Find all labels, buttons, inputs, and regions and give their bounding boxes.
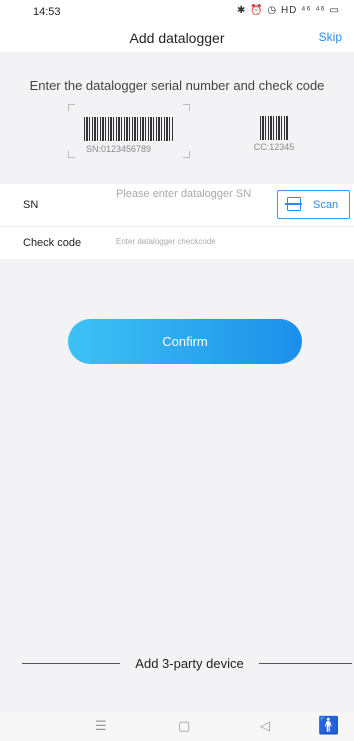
divider xyxy=(259,663,352,664)
divider xyxy=(22,663,120,664)
page-title: Add datalogger xyxy=(129,30,225,46)
cc-sample-label-illustration: CC:12345 xyxy=(244,104,304,160)
sn-input[interactable]: Please enter datalogger SN xyxy=(116,187,266,223)
status-bar: 14:53 ✱ ⏰ ◷ HD ⁴⁶ ⁴⁶ ▭ xyxy=(0,0,354,22)
skip-button[interactable]: Skip xyxy=(319,30,342,44)
sn-label: SN xyxy=(23,199,39,211)
sn-row: SN Please enter datalogger SN Scan xyxy=(0,184,354,227)
sn-sample-text: SN:0123456789 xyxy=(86,144,152,154)
scan-button[interactable]: Scan xyxy=(277,190,350,219)
menu-icon[interactable]: ☰ xyxy=(95,718,107,734)
back-icon[interactable]: ◁ xyxy=(260,718,270,734)
scan-icon xyxy=(285,197,302,211)
header: Add datalogger Skip xyxy=(0,22,354,52)
status-icons: ✱ ⏰ ◷ HD ⁴⁶ ⁴⁶ ▭ xyxy=(237,5,340,16)
instruction-text: Enter the datalogger serial number and c… xyxy=(29,78,325,93)
add-3-party-device-link[interactable]: Add 3-party device xyxy=(120,656,259,671)
check-code-input[interactable]: Enter datalogger checkcode xyxy=(116,237,316,246)
sn-sample-label-illustration: SN:0123456789 xyxy=(68,104,190,160)
datalogger-form: SN Please enter datalogger SN Scan Check… xyxy=(0,184,354,259)
check-code-label: Check code xyxy=(23,237,82,249)
check-code-row: Check code Enter datalogger checkcode xyxy=(0,227,354,259)
barcode-icon xyxy=(84,117,174,141)
scan-label: Scan xyxy=(313,199,339,211)
confirm-button[interactable]: Confirm xyxy=(68,319,302,364)
cc-sample-text: CC:12345 xyxy=(253,142,295,152)
barcode-icon xyxy=(260,116,288,140)
accessibility-icon[interactable]: 🚹 xyxy=(318,716,339,736)
status-time: 14:53 xyxy=(33,6,61,18)
home-icon[interactable]: ▢ xyxy=(178,718,190,734)
system-nav-bar: ☰ ▢ ◁ 🚹 xyxy=(0,712,354,741)
